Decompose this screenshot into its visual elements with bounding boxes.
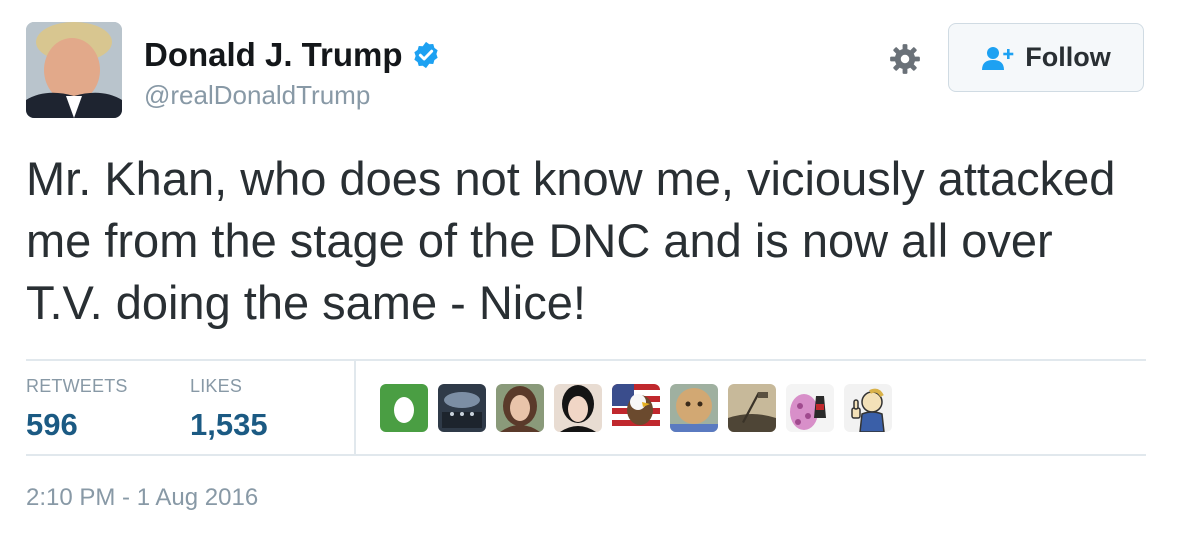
liker-avatar-6[interactable] (670, 384, 718, 432)
liker-avatar-8[interactable] (786, 384, 834, 432)
verified-badge-icon (413, 41, 438, 69)
likes-label: LIKES (190, 376, 243, 396)
pink-avatar-icon (786, 384, 834, 432)
liker-avatar-7[interactable] (728, 384, 776, 432)
iwojima-avatar-icon (728, 384, 776, 432)
user-display-name[interactable]: Donald J. Trump (144, 36, 403, 74)
woman-avatar-icon (496, 384, 544, 432)
eagle-flag-avatar-icon (612, 384, 660, 432)
divider-bottom (26, 454, 1146, 456)
avatar-portrait (26, 22, 122, 118)
retweets-count: 596 (26, 407, 78, 442)
gear-icon[interactable] (888, 42, 922, 76)
liker-avatar-1[interactable] (380, 384, 428, 432)
tweet-timestamp[interactable]: 2:10 PM - 1 Aug 2016 (26, 484, 258, 512)
follow-label: Follow (1025, 42, 1111, 72)
follow-button[interactable]: Follow (948, 23, 1144, 92)
liker-avatar-9[interactable] (844, 384, 892, 432)
woman2-avatar-icon (554, 384, 602, 432)
divider-top (26, 359, 1146, 361)
retweets-stat[interactable]: RETWEETS 596 (26, 376, 128, 443)
retweets-label: RETWEETS (26, 376, 128, 396)
liker-avatar-5[interactable] (612, 384, 660, 432)
liker-avatar-3[interactable] (496, 384, 544, 432)
stage-avatar-icon (438, 384, 486, 432)
liker-avatar-2[interactable] (438, 384, 486, 432)
doll-avatar-icon (670, 384, 718, 432)
likes-stat[interactable]: LIKES 1,535 (190, 376, 268, 443)
user-name-row: Donald J. Trump (144, 36, 441, 74)
likers-avatar-row (380, 384, 902, 432)
add-user-icon (982, 46, 1014, 70)
likes-count: 1,535 (190, 407, 268, 442)
tweet-text: Mr. Khan, who does not know me, viciousl… (26, 152, 1116, 329)
egg-avatar-icon (380, 384, 428, 432)
stats-divider (354, 361, 356, 454)
user-handle[interactable]: @realDonaldTrump (144, 80, 370, 111)
liker-avatar-4[interactable] (554, 384, 602, 432)
cartoon-thumbs-up-avatar-icon (844, 384, 892, 432)
user-avatar[interactable] (26, 22, 122, 118)
